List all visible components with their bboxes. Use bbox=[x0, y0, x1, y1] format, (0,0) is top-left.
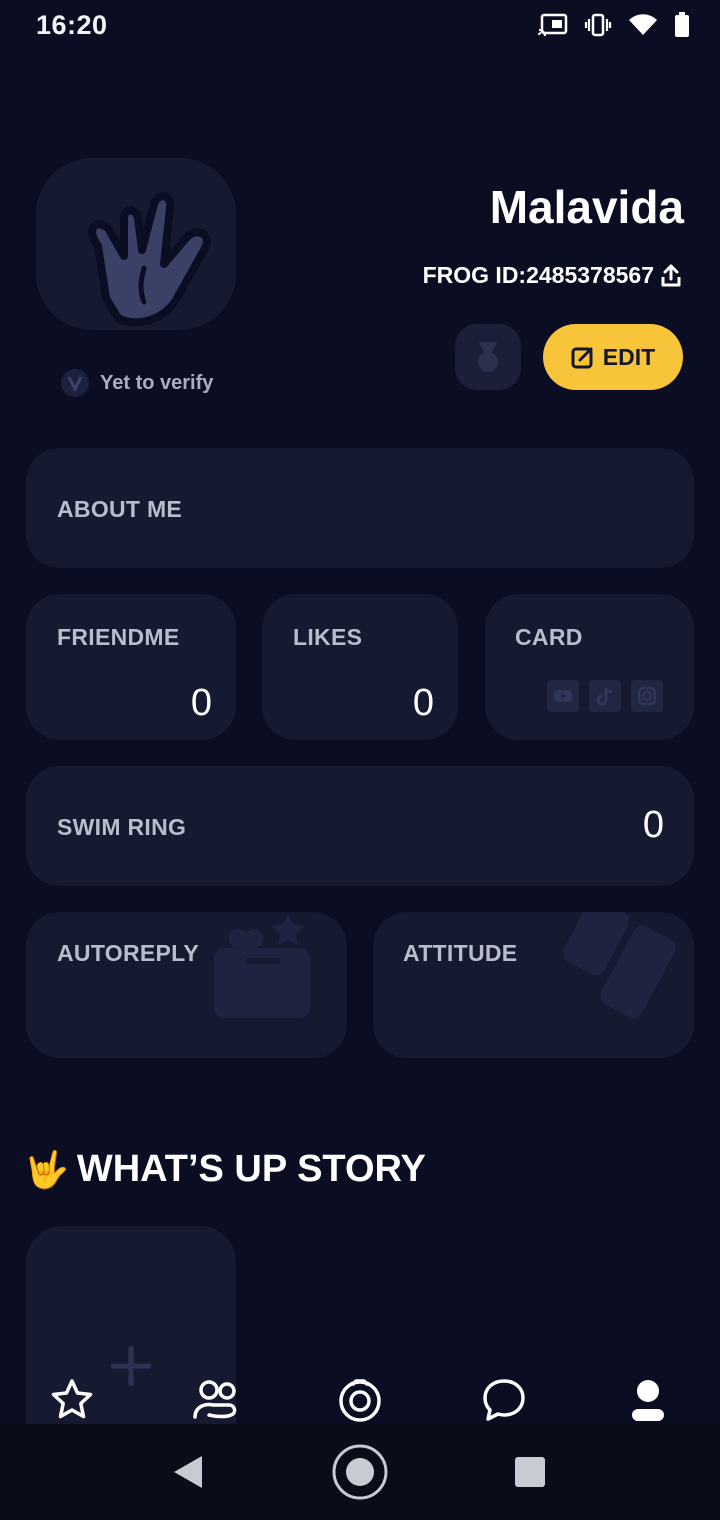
cast-icon bbox=[538, 13, 568, 37]
nav-chat[interactable] bbox=[474, 1370, 534, 1430]
autoreply-card[interactable]: AUTOREPLY bbox=[26, 912, 347, 1058]
rock-hand-icon bbox=[88, 192, 211, 327]
social-card[interactable]: CARD bbox=[485, 594, 694, 740]
nav-friends[interactable] bbox=[186, 1370, 246, 1430]
autoreply-label: AUTOREPLY bbox=[57, 940, 200, 966]
back-icon[interactable] bbox=[172, 1454, 204, 1490]
friendme-value: 0 bbox=[190, 682, 212, 724]
social-icons bbox=[547, 680, 663, 712]
frog-id-text: FROG ID:2485378567 bbox=[422, 262, 654, 288]
wifi-icon bbox=[629, 14, 657, 36]
swim-ring-value: 0 bbox=[642, 804, 664, 846]
about-me-card[interactable]: ABOUT ME bbox=[26, 448, 694, 568]
story-section-title: 🤟 WHAT’S UP STORY bbox=[24, 1148, 426, 1191]
friendme-card[interactable]: FRIENDME 0 bbox=[26, 594, 236, 740]
status-time: 16:20 bbox=[36, 10, 108, 40]
chat-icon bbox=[483, 1379, 525, 1421]
mailbox-icon bbox=[214, 914, 310, 1018]
profile-name: Malavida bbox=[489, 181, 684, 233]
tiktok-icon bbox=[589, 680, 621, 712]
status-icons bbox=[538, 12, 690, 38]
attitude-label: ATTITUDE bbox=[403, 940, 518, 966]
nav-profile[interactable] bbox=[618, 1370, 678, 1430]
story-title-text: WHAT’S UP STORY bbox=[76, 1148, 426, 1190]
likes-label: LIKES bbox=[293, 624, 363, 650]
profile-icon bbox=[632, 1380, 664, 1421]
about-me-label: ABOUT ME bbox=[57, 496, 183, 522]
frog-id[interactable]: FROG ID:2485378567 bbox=[423, 262, 682, 289]
rock-hand-emoji: 🤟 bbox=[24, 1148, 69, 1190]
star-icon bbox=[51, 1379, 93, 1419]
vibrate-icon bbox=[584, 13, 612, 37]
friendme-label: FRIENDME bbox=[57, 624, 180, 650]
share-icon[interactable] bbox=[660, 264, 682, 288]
home-icon[interactable] bbox=[331, 1443, 389, 1501]
profile-avatar[interactable] bbox=[36, 158, 236, 330]
friends-icon bbox=[193, 1380, 237, 1419]
edit-label: EDIT bbox=[602, 343, 656, 370]
system-nav-bar bbox=[0, 1424, 720, 1520]
instagram-icon bbox=[631, 680, 663, 712]
edit-icon bbox=[571, 347, 593, 369]
swim-ring-label: SWIM RING bbox=[57, 814, 187, 840]
attitude-card[interactable]: ATTITUDE bbox=[373, 912, 694, 1058]
battery-icon bbox=[675, 12, 689, 37]
status-bar: 16:20 bbox=[0, 0, 720, 56]
medal-button[interactable] bbox=[455, 324, 521, 390]
verify-status[interactable]: Yet to verify bbox=[60, 368, 213, 398]
verify-badge-icon bbox=[61, 369, 89, 397]
medal-icon bbox=[478, 342, 498, 372]
edit-button[interactable]: EDIT bbox=[543, 324, 683, 390]
recents-icon[interactable] bbox=[514, 1456, 546, 1488]
likes-value: 0 bbox=[412, 682, 434, 724]
swim-ring-card[interactable]: SWIM RING 0 bbox=[26, 766, 694, 886]
attitude-cards-icon bbox=[562, 912, 676, 1019]
nav-star[interactable] bbox=[42, 1370, 102, 1430]
likes-card[interactable]: LIKES 0 bbox=[262, 594, 458, 740]
camera-icon bbox=[339, 1379, 381, 1422]
youtube-icon bbox=[547, 680, 579, 712]
nav-camera[interactable] bbox=[330, 1370, 390, 1430]
card-label: CARD bbox=[515, 624, 583, 650]
verify-text: Yet to verify bbox=[100, 371, 214, 394]
